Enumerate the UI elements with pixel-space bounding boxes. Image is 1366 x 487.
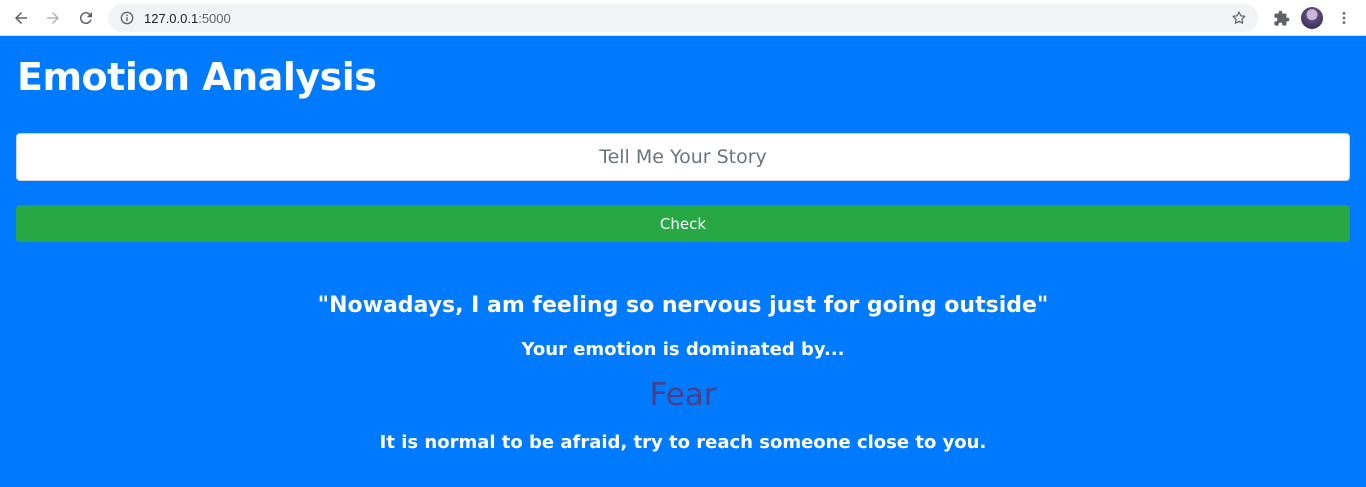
advice-text: It is normal to be afraid, try to reach … — [379, 432, 987, 453]
story-input[interactable] — [16, 133, 1350, 181]
bookmark-star-icon[interactable] — [1230, 9, 1248, 27]
page-body: Emotion Analysis Check "Nowadays, I am f… — [0, 37, 1366, 487]
info-icon[interactable] — [120, 11, 134, 25]
emotion-result: Fear — [649, 377, 717, 413]
more-vert-icon — [1342, 12, 1346, 24]
back-button[interactable] — [9, 6, 33, 30]
puzzle-icon — [1273, 10, 1289, 26]
reload-icon — [79, 12, 92, 25]
reload-button[interactable] — [74, 6, 98, 30]
extensions-button[interactable] — [1270, 7, 1292, 29]
arrow-right-icon — [47, 12, 59, 24]
browser-toolbar: 127.0.0.1:5000 — [0, 0, 1366, 36]
dominated-label: Your emotion is dominated by... — [521, 339, 845, 360]
profile-avatar[interactable] — [1301, 7, 1323, 29]
arrow-left-icon — [15, 12, 27, 24]
address-bar[interactable]: 127.0.0.1:5000 — [108, 4, 1258, 32]
url-port: :5000 — [198, 10, 231, 26]
check-button[interactable]: Check — [16, 205, 1350, 242]
story-quote: "Nowadays, I am feeling so nervous just … — [317, 293, 1049, 318]
browser-menu-button[interactable] — [1336, 7, 1352, 29]
forward-button[interactable] — [41, 6, 65, 30]
url-text: 127.0.0.1:5000 — [144, 11, 231, 26]
url-host: 127.0.0.1 — [144, 10, 199, 26]
page-title: Emotion Analysis — [17, 55, 377, 99]
